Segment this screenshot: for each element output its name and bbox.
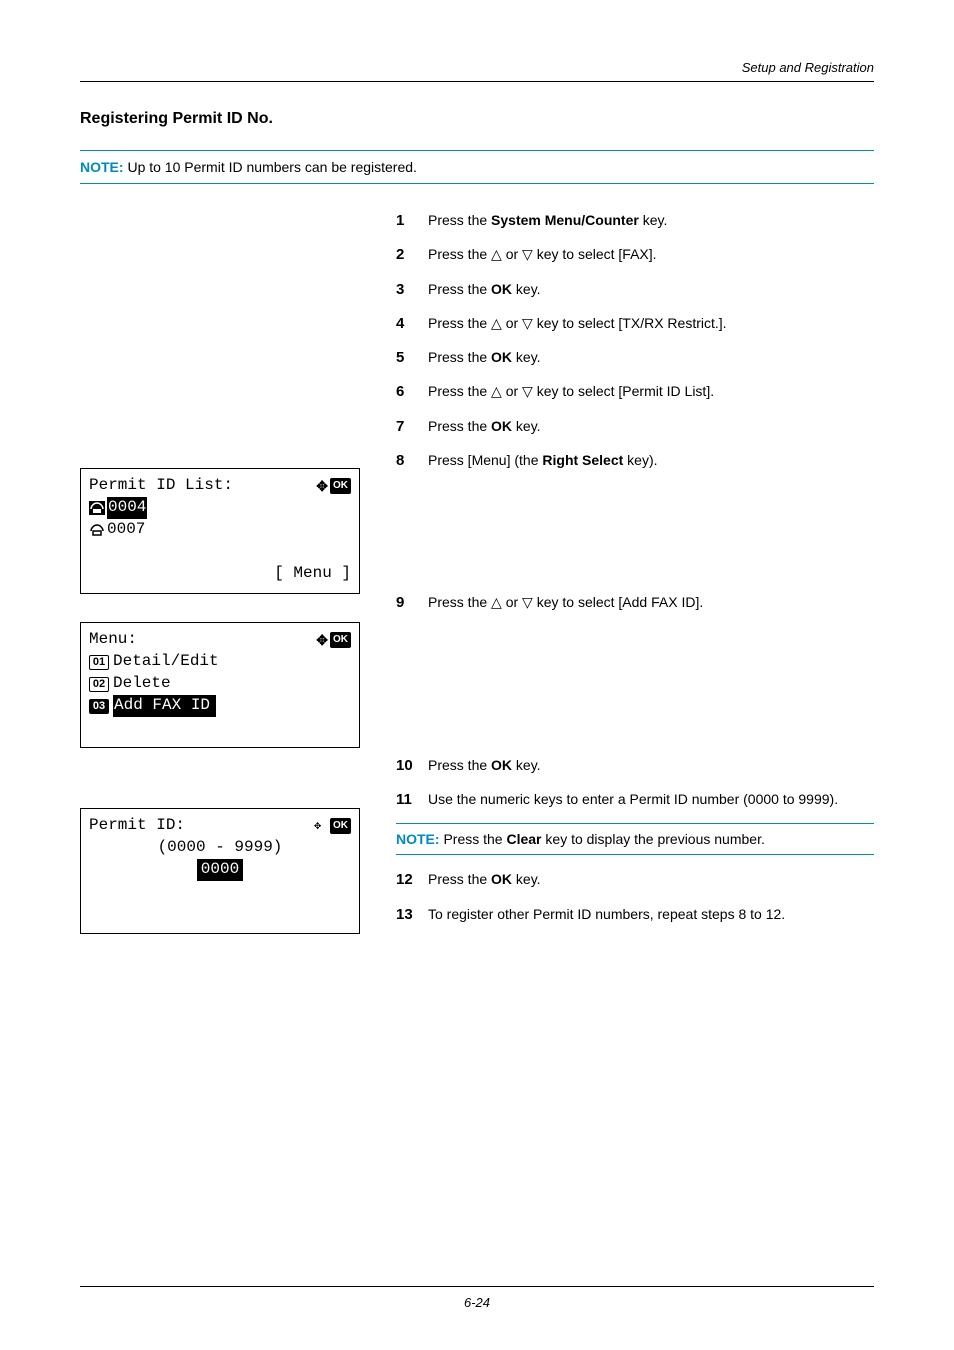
step-10: Press the OK key. <box>396 755 874 775</box>
lcd1-softkey: [ Menu ] <box>274 563 351 585</box>
note-prefix: NOTE: <box>80 159 124 175</box>
step-8: Press [Menu] (the Right Select key). <box>396 450 874 470</box>
footer: 6-24 <box>0 1286 954 1310</box>
subheading: Registering Permit ID No. <box>80 110 874 128</box>
footer-rule <box>80 1286 874 1287</box>
step-2: Press the △ or ▽ key to select [FAX]. <box>396 244 874 264</box>
page-number: 6-24 <box>0 1295 954 1310</box>
step-5: Press the OK key. <box>396 347 874 367</box>
menu-num-1: 01 <box>89 655 109 670</box>
lcd3-title: Permit ID: <box>89 815 314 837</box>
header-label: Setup and Registration <box>80 60 874 75</box>
menu-item-add-fax: Add FAX ID <box>113 695 216 717</box>
menu-item-detail: Detail/Edit <box>113 651 219 673</box>
spacer <box>396 627 874 755</box>
top-note: NOTE: Up to 10 Permit ID numbers can be … <box>80 150 874 184</box>
steps-column: Press the System Menu/Counter key. Press… <box>396 210 874 938</box>
lcd2-title: Menu: <box>89 629 316 651</box>
lcd1-title: Permit ID List: <box>89 475 316 497</box>
phone-icon <box>89 501 105 515</box>
phone-icon <box>89 523 105 537</box>
lcd-menu: Menu: ✥ OK 01 Detail/Edit 02 Delete 03 A… <box>80 622 360 748</box>
nav-ok-icon: ✥ OK <box>316 631 351 650</box>
header-rule <box>80 81 874 82</box>
step-12: Press the OK key. <box>396 869 874 889</box>
lcd-column: Permit ID List: ✥ OK 0004 0007 <box>80 210 370 962</box>
step-1: Press the System Menu/Counter key. <box>396 210 874 230</box>
step-6: Press the △ or ▽ key to select [Permit I… <box>396 381 874 401</box>
cursor-ok-icon: OK <box>314 818 351 834</box>
note-text: Up to 10 Permit ID numbers can be regist… <box>124 159 417 175</box>
lcd-permit-id-entry: Permit ID: OK (0000 - 9999) 0000 <box>80 808 360 934</box>
lcd3-value: 0000 <box>197 859 243 881</box>
menu-item-delete: Delete <box>113 673 171 695</box>
step-9: Press the △ or ▽ key to select [Add FAX … <box>396 592 874 612</box>
step-4: Press the △ or ▽ key to select [TX/RX Re… <box>396 313 874 333</box>
note-prefix: NOTE: <box>396 831 440 847</box>
lcd3-range: (0000 - 9999) <box>158 837 283 859</box>
step-list: Press the System Menu/Counter key. Press… <box>396 210 874 924</box>
step-7: Press the OK key. <box>396 416 874 436</box>
step-13: To register other Permit ID numbers, rep… <box>396 904 874 924</box>
lcd1-row1: 0004 <box>107 497 147 519</box>
step-3: Press the OK key. <box>396 279 874 299</box>
nav-ok-icon: ✥ OK <box>316 477 351 496</box>
menu-num-3: 03 <box>89 699 109 714</box>
lcd-permit-id-list: Permit ID List: ✥ OK 0004 0007 <box>80 468 360 594</box>
inline-note: NOTE: Press the Clear key to display the… <box>396 823 874 855</box>
step-11: Use the numeric keys to enter a Permit I… <box>396 789 874 809</box>
lcd1-row2: 0007 <box>107 519 145 541</box>
menu-num-2: 02 <box>89 677 109 692</box>
spacer <box>396 484 874 592</box>
